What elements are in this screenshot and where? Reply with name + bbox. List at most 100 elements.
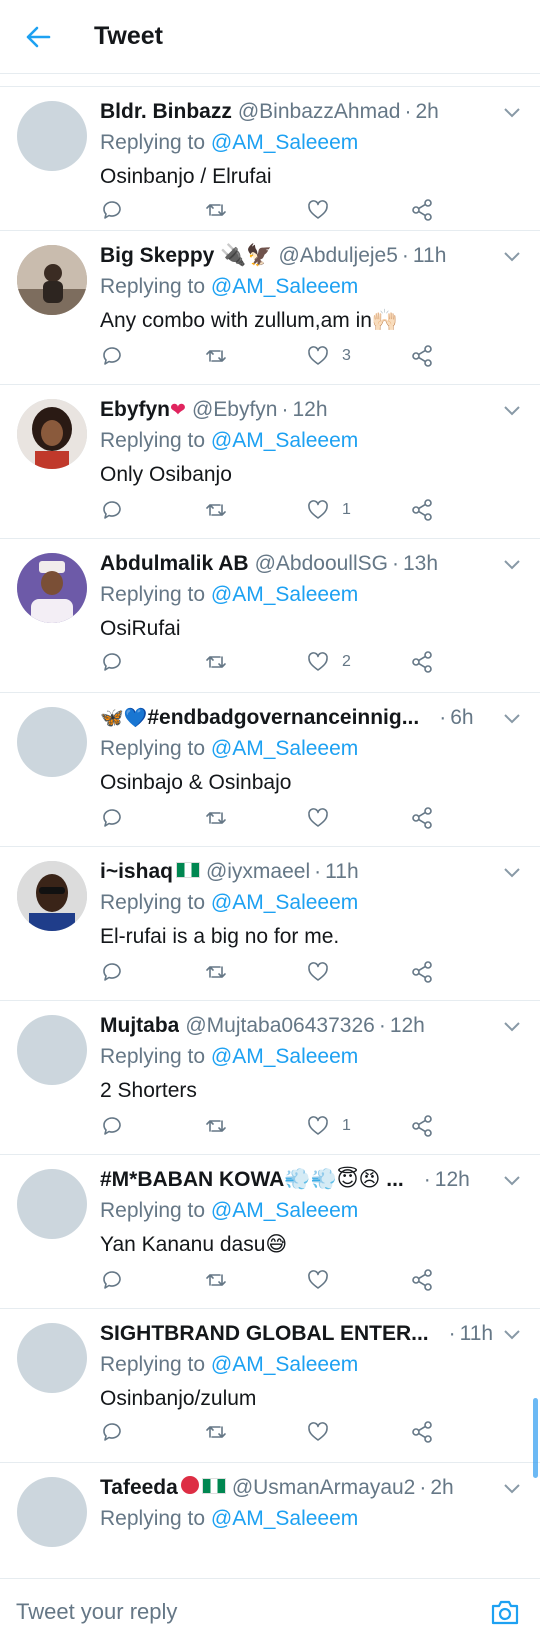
retweet-button[interactable] bbox=[204, 957, 228, 987]
like-button[interactable] bbox=[306, 957, 342, 987]
chevron-down-icon[interactable] bbox=[500, 1477, 524, 1501]
like-button[interactable] bbox=[306, 1417, 342, 1447]
mention-link[interactable]: @AM_Saleeem bbox=[211, 131, 358, 154]
like-button[interactable]: 3 bbox=[306, 341, 351, 371]
tweet[interactable]: Mujtaba @Mujtaba06437326 · 12h Replying … bbox=[0, 1001, 540, 1155]
chevron-down-icon[interactable] bbox=[500, 245, 524, 269]
tweet-actions bbox=[100, 803, 520, 833]
avatar[interactable] bbox=[17, 245, 87, 315]
tweet[interactable]: Bldr. Binbazz @BinbazzAhmad · 2h Replyin… bbox=[0, 87, 540, 231]
share-button[interactable] bbox=[410, 1417, 434, 1447]
tweet-author-name[interactable]: Big Skeppy 🔌🦅 bbox=[100, 241, 273, 271]
tweet-author-name[interactable]: Mujtaba bbox=[100, 1011, 179, 1041]
share-button[interactable] bbox=[410, 957, 434, 987]
reply-button[interactable] bbox=[100, 647, 124, 677]
chevron-down-icon[interactable] bbox=[500, 707, 524, 731]
retweet-button[interactable] bbox=[204, 1111, 228, 1141]
avatar[interactable] bbox=[17, 1015, 87, 1085]
reply-button[interactable] bbox=[100, 495, 124, 525]
mention-link[interactable]: @AM_Saleeem bbox=[211, 1353, 358, 1376]
share-button[interactable] bbox=[410, 495, 434, 525]
avatar[interactable] bbox=[17, 1169, 87, 1239]
tweet-author-handle[interactable]: @UsmanArmayau2 bbox=[232, 1473, 416, 1503]
tweet[interactable]: Ebyfyn ❤ @Ebyfyn · 12h Replying to @AM_S… bbox=[0, 385, 540, 539]
avatar[interactable] bbox=[17, 399, 87, 469]
chevron-down-icon[interactable] bbox=[500, 1015, 524, 1039]
retweet-button[interactable] bbox=[204, 495, 228, 525]
like-button[interactable]: 1 bbox=[306, 495, 351, 525]
mention-link[interactable]: @AM_Saleeem bbox=[211, 275, 358, 298]
retweet-button[interactable] bbox=[204, 647, 228, 677]
tweet[interactable]: Tafeeda @UsmanArmayau2 · 2h Replying to … bbox=[0, 1463, 540, 1576]
mention-link[interactable]: @AM_Saleeem bbox=[211, 583, 358, 606]
avatar[interactable] bbox=[17, 553, 87, 623]
scrollbar[interactable] bbox=[533, 1398, 538, 1478]
avatar[interactable] bbox=[17, 1323, 87, 1393]
chevron-down-icon[interactable] bbox=[500, 1323, 524, 1347]
tweet[interactable]: Big Skeppy 🔌🦅 @Abduljeje5 · 11h Replying… bbox=[0, 231, 540, 385]
mention-link[interactable]: @AM_Saleeem bbox=[211, 1507, 358, 1530]
tweet[interactable]: SIGHTBRAND GLOBAL ENTER... · 11h Replyin… bbox=[0, 1309, 540, 1463]
tweet-author-name[interactable]: #endbadgovernanceinnig... bbox=[147, 703, 419, 733]
like-button[interactable] bbox=[306, 1265, 342, 1295]
tweet-author-handle[interactable]: @BinbazzAhmad bbox=[238, 97, 401, 127]
tweet-author-name[interactable]: #M*BABAN KOWA💨💨😇😠 ... bbox=[100, 1165, 404, 1195]
avatar[interactable] bbox=[17, 101, 87, 171]
share-icon bbox=[412, 1421, 432, 1443]
tweet[interactable]: #M*BABAN KOWA💨💨😇😠 ... · 12h Replying to … bbox=[0, 1155, 540, 1309]
reply-button[interactable] bbox=[100, 803, 124, 833]
retweet-button[interactable] bbox=[204, 195, 228, 225]
tweet-author-name[interactable]: SIGHTBRAND GLOBAL ENTER... bbox=[100, 1319, 429, 1349]
chevron-down-icon[interactable] bbox=[500, 399, 524, 423]
tweet-author-handle[interactable]: @iyxmaeel bbox=[206, 857, 310, 887]
mention-link[interactable]: @AM_Saleeem bbox=[211, 891, 358, 914]
avatar[interactable] bbox=[17, 1477, 87, 1547]
reply-button[interactable] bbox=[100, 1111, 124, 1141]
share-button[interactable] bbox=[410, 647, 434, 677]
share-button[interactable] bbox=[410, 341, 434, 371]
tweet-author-handle[interactable]: @Ebyfyn bbox=[192, 395, 278, 425]
retweet-button[interactable] bbox=[204, 1265, 228, 1295]
reply-button[interactable] bbox=[100, 195, 124, 225]
reply-button[interactable] bbox=[100, 1265, 124, 1295]
tweet[interactable]: 🦋 💙 #endbadgovernanceinnig... · 6h Reply… bbox=[0, 693, 540, 847]
reply-button[interactable] bbox=[100, 1417, 124, 1447]
back-button[interactable] bbox=[8, 0, 68, 74]
share-button[interactable] bbox=[410, 1111, 434, 1141]
camera-button[interactable] bbox=[480, 1587, 530, 1637]
reply-feed[interactable]: Bldr. Binbazz @BinbazzAhmad · 2h Replyin… bbox=[0, 86, 540, 1576]
reply-button[interactable] bbox=[100, 341, 124, 371]
share-button[interactable] bbox=[410, 1265, 434, 1295]
like-button[interactable]: 2 bbox=[306, 647, 351, 677]
chevron-down-icon[interactable] bbox=[500, 1169, 524, 1193]
like-button[interactable] bbox=[306, 803, 342, 833]
chevron-down-icon[interactable] bbox=[500, 861, 524, 885]
tweet[interactable]: Abdulmalik AB @AbdooullSG · 13h Replying… bbox=[0, 539, 540, 693]
tweet-author-name[interactable]: i~ishaq bbox=[100, 857, 173, 887]
tweet-author-handle[interactable]: @Abduljeje5 bbox=[279, 241, 398, 271]
mention-link[interactable]: @AM_Saleeem bbox=[211, 1045, 358, 1068]
share-button[interactable] bbox=[410, 195, 434, 225]
retweet-button[interactable] bbox=[204, 803, 228, 833]
like-button[interactable]: 1 bbox=[306, 1111, 351, 1141]
avatar[interactable] bbox=[17, 707, 87, 777]
mention-link[interactable]: @AM_Saleeem bbox=[211, 737, 358, 760]
reply-button[interactable] bbox=[100, 957, 124, 987]
tweet-author-name[interactable]: Ebyfyn bbox=[100, 395, 170, 425]
chevron-down-icon[interactable] bbox=[500, 101, 524, 125]
tweet-author-handle[interactable]: @Mujtaba06437326 bbox=[185, 1011, 374, 1041]
avatar[interactable] bbox=[17, 861, 87, 931]
chevron-down-icon[interactable] bbox=[500, 553, 524, 577]
retweet-button[interactable] bbox=[204, 1417, 228, 1447]
like-button[interactable] bbox=[306, 195, 342, 225]
mention-link[interactable]: @AM_Saleeem bbox=[211, 1199, 358, 1222]
tweet-author-name[interactable]: Tafeeda bbox=[100, 1473, 178, 1503]
tweet-author-name[interactable]: Abdulmalik AB bbox=[100, 549, 249, 579]
share-button[interactable] bbox=[410, 803, 434, 833]
mention-link[interactable]: @AM_Saleeem bbox=[211, 429, 358, 452]
tweet[interactable]: i~ishaq @iyxmaeel · 11h Replying to @AM_… bbox=[0, 847, 540, 1001]
retweet-button[interactable] bbox=[204, 341, 228, 371]
tweet-author-handle[interactable]: @AbdooullSG bbox=[255, 549, 388, 579]
reply-input[interactable] bbox=[0, 1586, 480, 1637]
tweet-author-name[interactable]: Bldr. Binbazz bbox=[100, 97, 232, 127]
